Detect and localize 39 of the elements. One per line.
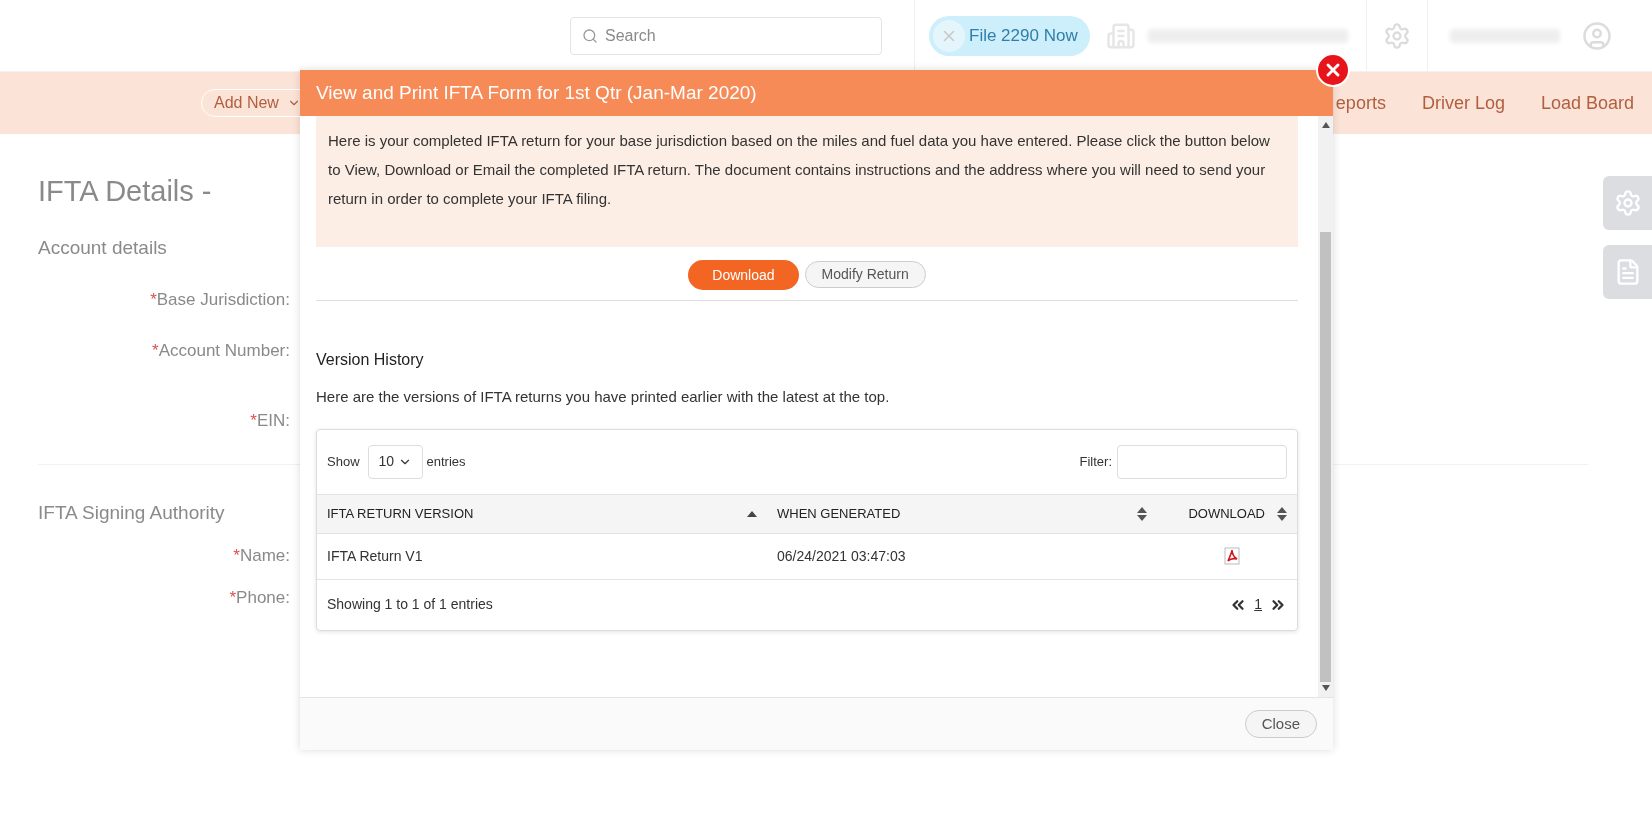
column-header[interactable]: IFTA RETURN VERSION xyxy=(317,503,767,524)
search-field[interactable]: Search xyxy=(570,16,882,55)
intro-text: Here is your completed IFTA return for your base jurisdiction based on the miles and fuel data you have entered. Please click the button below to View, Download or Email the completed IFTA return. The document contains instructions and the address where you will need to send your return in order to complete your IFTA filing. xyxy=(316,116,1298,247)
field-label: *Name: xyxy=(233,545,290,567)
avatar-icon xyxy=(1581,20,1612,51)
nav-link[interactable]: Driver Log xyxy=(1421,89,1505,117)
section-heading: Version History xyxy=(316,350,425,370)
field-label: *Phone: xyxy=(229,586,290,609)
field-label: *Base Jurisdiction: xyxy=(150,289,290,311)
page-title: IFTA Details - xyxy=(38,174,212,209)
close-icon-button[interactable] xyxy=(1316,53,1350,87)
gear-icon xyxy=(1613,189,1642,217)
section-heading: IFTA Signing Authority xyxy=(38,500,225,525)
filter-field[interactable] xyxy=(1117,444,1287,479)
pdf-icon[interactable] xyxy=(1224,547,1240,565)
scroll-up-icon[interactable] xyxy=(1321,122,1330,128)
file-2290-button[interactable]: File 2290 Now xyxy=(929,15,1090,56)
page-link[interactable]: 1 xyxy=(1251,594,1265,615)
scrollbar[interactable] xyxy=(1318,116,1333,697)
close-button[interactable]: Close xyxy=(1244,710,1317,738)
table-info: Showing 1 to 1 of 1 entries xyxy=(327,595,493,614)
entries-select[interactable]: 10 xyxy=(367,444,423,479)
column-header[interactable]: WHEN GENERATED xyxy=(767,503,1157,524)
column-header[interactable]: DOWNLOAD xyxy=(1157,503,1297,524)
filter-label: Filter: xyxy=(1079,452,1112,471)
nav-link[interactable]: eports xyxy=(1335,89,1386,117)
table-cell-text: IFTA Return V1 xyxy=(326,546,424,566)
field-label: *Account Number: xyxy=(152,339,290,362)
entries-label: entries xyxy=(426,452,466,471)
section-heading: Account details xyxy=(38,235,167,260)
history-description: Here are the versions of IFTA returns you have printed earlier with the latest at the top. xyxy=(316,387,891,407)
search-icon xyxy=(582,27,598,44)
nav-link[interactable]: Load Board xyxy=(1540,89,1634,117)
table-cell-text: 06/24/2021 03:47:03 xyxy=(776,546,907,566)
modal-title: View and Print IFTA Form for 1st Qtr (Jan-Mar 2020) xyxy=(316,80,757,105)
modify-return-button[interactable]: Modify Return xyxy=(804,261,926,288)
field-label: *EIN: xyxy=(250,410,290,432)
show-label: Show xyxy=(327,452,360,471)
scroll-down-icon[interactable] xyxy=(1321,685,1330,691)
